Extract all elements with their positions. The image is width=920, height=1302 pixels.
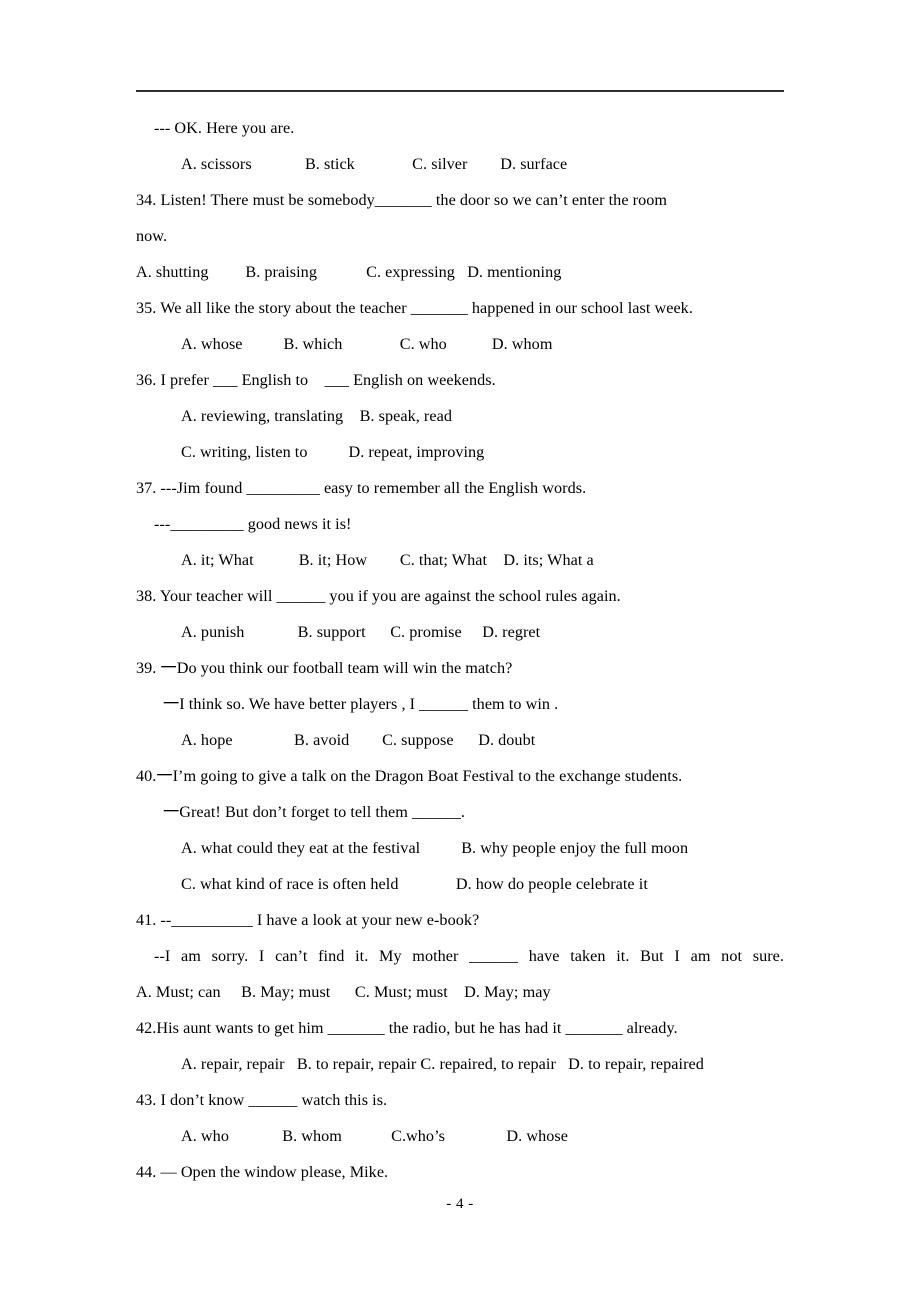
question-35-line-1: 35. We all like the story about the teac…: [136, 299, 693, 317]
question-37-line-2: ---_________ good news it is!: [154, 515, 352, 533]
question-34-options: A. shutting B. praising C. expressing D.…: [136, 263, 562, 281]
question-36-options-cd: C. writing, listen to D. repeat, improvi…: [181, 443, 485, 461]
question-41-line-2: --I am sorry. I can’t find it. My mother…: [154, 947, 784, 965]
question-39-options: A. hope B. avoid C. suppose D. doubt: [181, 731, 536, 749]
question-39-line-2: 一I think so. We have better players , I …: [163, 695, 559, 713]
question-41-options: A. Must; can B. May; must C. Must; must …: [136, 983, 551, 1001]
page-number: - 4 -: [446, 1196, 474, 1212]
question-34-line-2: now.: [136, 227, 168, 245]
question-36-line-1: 36. I prefer ___ English to ___ English …: [136, 371, 496, 389]
question-39-line-1: 39. 一Do you think our football team will…: [136, 659, 513, 677]
question-38-line-1: 38. Your teacher will ______ you if you …: [136, 587, 621, 605]
question-40-options-cd: C. what kind of race is often held D. ho…: [181, 875, 648, 893]
question-43-line-1: 43. I don’t know ______ watch this is.: [136, 1091, 388, 1109]
question-34-line-1: 34. Listen! There must be somebody______…: [136, 191, 668, 209]
header-divider-rule: [136, 90, 784, 92]
question-44-line-1: 44. — Open the window please, Mike.: [136, 1163, 389, 1181]
question-40-line-2: 一Great! But don’t forget to tell them __…: [163, 803, 465, 821]
question-40-options-ab: A. what could they eat at the festival B…: [181, 839, 689, 857]
question-36-options-ab: A. reviewing, translating B. speak, read: [181, 407, 452, 425]
exam-page: --- OK. Here you are. A. scissors B. sti…: [0, 0, 920, 1302]
question-37-line-1: 37. ---Jim found _________ easy to remem…: [136, 479, 587, 497]
question-42-line-1: 42.His aunt wants to get him _______ the…: [136, 1019, 678, 1037]
option-row: A. scissors B. stick C. silver D. surfac…: [181, 155, 568, 173]
question-35-options: A. whose B. which C. who D. whom: [181, 335, 553, 353]
question-41-line-1: 41. --__________ I have a look at your n…: [136, 911, 480, 929]
question-42-options: A. repair, repair B. to repair, repair C…: [181, 1055, 704, 1073]
question-38-options: A. punish B. support C. promise D. regre…: [181, 623, 541, 641]
question-list: --- OK. Here you are. A. scissors B. sti…: [136, 110, 784, 1190]
question-37-options: A. it; What B. it; How C. that; What D. …: [181, 551, 594, 569]
question-43-options: A. who B. whom C.who’s D. whose: [181, 1127, 568, 1145]
text-line: --- OK. Here you are.: [154, 119, 295, 137]
question-40-line-1: 40.一I’m going to give a talk on the Drag…: [136, 767, 683, 785]
